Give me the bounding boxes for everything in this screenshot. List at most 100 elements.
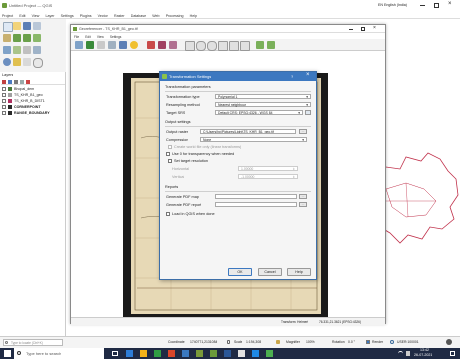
zoom-out-icon[interactable] xyxy=(207,41,217,51)
use-zero-transparency-checkbox[interactable] xyxy=(166,152,170,156)
remove-layer-icon[interactable] xyxy=(26,80,30,84)
menu-settings[interactable]: Settings xyxy=(61,14,74,18)
menu-plugins[interactable]: Plugins xyxy=(80,14,92,18)
zoom-out-icon[interactable] xyxy=(23,34,31,42)
lock-scale-icon[interactable] xyxy=(276,340,280,344)
vertical-resolution-spinbox[interactable]: -1.00000 ⇕ xyxy=(238,174,298,179)
dialog-close-icon[interactable]: × xyxy=(306,72,310,78)
zoom-next-icon[interactable] xyxy=(240,41,250,51)
help-button[interactable]: Help xyxy=(287,268,311,276)
taskbar-app-icon[interactable] xyxy=(210,350,217,357)
layer-item[interactable]: TS_KHR_B1_geo xyxy=(2,93,64,98)
menu-edit[interactable]: Edit xyxy=(19,14,25,18)
add-raster-icon[interactable] xyxy=(13,46,21,54)
generate-pdf-report-field[interactable] xyxy=(215,202,297,207)
output-raster-field[interactable]: C:\Users\hp\Pictures\Light\TS_KHR_B1_geo… xyxy=(200,129,296,134)
layer-visibility-checkbox[interactable] xyxy=(2,111,6,115)
layer-item[interactable]: RANGE_BOUNDARY xyxy=(2,111,64,116)
menu-raster[interactable]: Raster xyxy=(114,14,125,18)
taskbar-time[interactable]: 13:42 xyxy=(420,348,429,352)
delete-point-icon[interactable] xyxy=(158,41,166,49)
pan-icon[interactable] xyxy=(185,41,195,51)
taskbar-app-icon[interactable] xyxy=(126,350,133,357)
start-georeferencing-icon[interactable] xyxy=(86,41,94,49)
transformation-settings-icon[interactable] xyxy=(130,41,138,49)
compression-select[interactable]: None ▾ xyxy=(200,137,307,142)
browse-pdf-report-icon[interactable]: … xyxy=(299,202,307,207)
menu-vector[interactable]: Vector xyxy=(98,14,108,18)
layer-visibility-checkbox[interactable] xyxy=(2,105,6,109)
task-view-icon[interactable] xyxy=(112,351,118,356)
taskbar-search-box[interactable]: Type here to search xyxy=(14,348,104,359)
georeferencer-minimize-icon[interactable] xyxy=(349,29,353,30)
transformation-type-select[interactable]: Polynomial 1 ▾ xyxy=(215,94,311,99)
menu-help[interactable]: Help xyxy=(190,14,197,18)
target-srs-select[interactable]: Default CRS: EPSG:4326 - WGS 84 ▾ xyxy=(215,110,303,115)
print-layout-icon[interactable] xyxy=(33,22,41,30)
set-target-resolution-checkbox[interactable] xyxy=(168,159,172,163)
taskbar-date[interactable]: 26-07-2021 xyxy=(414,353,432,357)
menu-project[interactable]: Project xyxy=(2,14,13,18)
render-checkbox[interactable] xyxy=(366,340,370,344)
georeferencer-maximize-icon[interactable] xyxy=(361,27,365,31)
messages-icon[interactable] xyxy=(446,339,452,345)
layer-visibility-checkbox[interactable] xyxy=(2,93,6,97)
create-world-file-checkbox[interactable] xyxy=(168,145,172,149)
open-project-icon[interactable] xyxy=(13,22,21,30)
taskbar-app-icon[interactable] xyxy=(238,350,245,357)
layer-visibility-checkbox[interactable] xyxy=(2,99,6,103)
zoom-in-icon[interactable] xyxy=(13,34,21,42)
zoom-last-icon[interactable] xyxy=(229,41,239,51)
open-raster-icon[interactable] xyxy=(75,41,83,49)
taskbar-app-icon[interactable] xyxy=(140,350,147,357)
link-qgis-icon[interactable] xyxy=(267,41,275,49)
zoom-full-icon[interactable] xyxy=(33,34,41,42)
identify-icon[interactable] xyxy=(3,58,11,66)
menu-view[interactable]: View xyxy=(32,14,40,18)
link-georeferencer-icon[interactable] xyxy=(256,41,264,49)
open-styling-icon[interactable] xyxy=(2,80,6,84)
generate-gdal-script-icon[interactable] xyxy=(97,41,105,49)
add-delimited-icon[interactable] xyxy=(23,46,31,54)
menu-layer[interactable]: Layer xyxy=(46,14,55,18)
rotation-value[interactable]: 0.0 ° xyxy=(348,340,355,344)
move-gcp-icon[interactable] xyxy=(169,41,177,49)
dialog-help-icon[interactable]: ? xyxy=(291,74,293,79)
load-gcp-icon[interactable] xyxy=(108,41,116,49)
magnifier-value[interactable]: 100% xyxy=(306,340,315,344)
measure-icon[interactable] xyxy=(23,58,31,66)
add-vector-icon[interactable] xyxy=(3,46,11,54)
network-icon[interactable] xyxy=(398,351,403,356)
zoom-to-layer-icon[interactable] xyxy=(218,41,228,51)
pan-map-icon[interactable] xyxy=(3,34,11,42)
layer-item[interactable]: Bhopal_dem xyxy=(2,87,64,92)
scale-value[interactable]: 1:194,308 xyxy=(246,340,261,344)
taskbar-app-icon[interactable] xyxy=(182,350,189,357)
crs-globe-icon[interactable] xyxy=(390,340,394,344)
zoom-in-icon[interactable] xyxy=(196,41,206,51)
taskbar-app-icon[interactable] xyxy=(224,350,231,357)
add-wms-icon[interactable] xyxy=(33,46,41,54)
windows-start-icon[interactable] xyxy=(4,350,11,357)
add-point-icon[interactable] xyxy=(147,41,155,49)
maximize-icon[interactable] xyxy=(434,3,439,8)
taskbar-app-icon[interactable] xyxy=(196,350,203,357)
select-crs-icon[interactable] xyxy=(305,110,311,115)
georeferencer-close-icon[interactable]: × xyxy=(373,25,376,31)
filter-icon[interactable] xyxy=(14,80,18,84)
browse-pdf-map-icon[interactable]: … xyxy=(299,194,307,199)
save-gcp-icon[interactable] xyxy=(119,41,127,49)
layer-item[interactable]: CORNERPOINT xyxy=(2,105,64,110)
layer-visibility-checkbox[interactable] xyxy=(2,87,6,91)
crs-value[interactable]: USER:100001 xyxy=(397,340,419,344)
cancel-button[interactable]: Cancel xyxy=(258,268,282,276)
taskbar-app-icon[interactable] xyxy=(252,350,259,357)
minimize-icon[interactable] xyxy=(420,5,425,6)
load-in-qgis-checkbox[interactable] xyxy=(166,212,170,216)
horizontal-resolution-spinbox[interactable]: 1.00000 ⇕ xyxy=(238,166,298,171)
locator-search-input[interactable]: Type to locate (Ctrl+K) xyxy=(3,339,63,346)
menu-processing[interactable]: Processing xyxy=(166,14,184,18)
select-icon[interactable] xyxy=(13,58,21,66)
new-project-icon[interactable] xyxy=(3,22,13,32)
generate-pdf-map-field[interactable] xyxy=(215,194,297,199)
